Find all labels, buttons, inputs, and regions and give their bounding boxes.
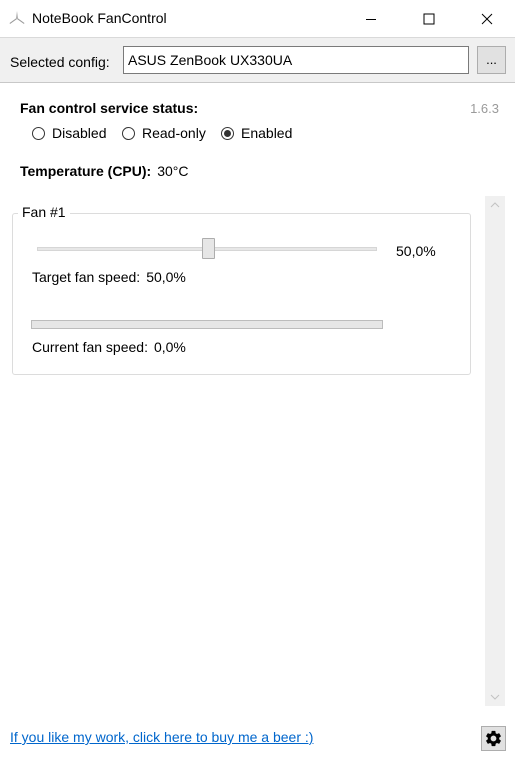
close-button[interactable] bbox=[464, 0, 510, 37]
minimize-button[interactable] bbox=[348, 0, 394, 37]
fan-app-icon bbox=[9, 11, 25, 24]
service-status-title: Fan control service status: bbox=[20, 100, 199, 116]
temperature-label: Temperature (CPU): bbox=[20, 163, 152, 179]
chevron-up-icon bbox=[490, 202, 500, 208]
radio-circle[interactable] bbox=[122, 126, 135, 140]
current-speed-bar bbox=[31, 320, 383, 329]
radio-disabled[interactable]: Disabled bbox=[32, 125, 106, 141]
gear-icon bbox=[486, 730, 501, 747]
chevron-down-icon bbox=[490, 694, 500, 700]
target-speed-row: Target fan speed: 50,0% bbox=[32, 269, 186, 285]
radio-read-only[interactable]: Read-only bbox=[122, 125, 206, 141]
radio-circle[interactable] bbox=[32, 126, 45, 140]
config-bar: Selected config: ASUS ZenBook UX330UA ..… bbox=[0, 37, 515, 83]
scroll-down-button[interactable] bbox=[485, 690, 505, 704]
current-speed-value: 0,0% bbox=[153, 339, 186, 355]
target-speed-value: 50,0% bbox=[146, 269, 186, 285]
temperature-value: 30°C bbox=[157, 163, 189, 179]
vertical-scrollbar[interactable] bbox=[485, 196, 505, 706]
browse-config-button[interactable]: ... bbox=[477, 46, 506, 74]
radio-label: Enabled bbox=[241, 125, 293, 141]
current-speed-label: Current fan speed: bbox=[32, 339, 148, 355]
radio-circle[interactable] bbox=[221, 126, 234, 140]
slider-value: 50,0% bbox=[396, 243, 436, 259]
settings-button[interactable] bbox=[481, 726, 506, 751]
minimize-icon bbox=[366, 18, 376, 20]
version-label: 1.6.3 bbox=[470, 101, 499, 116]
maximize-button[interactable] bbox=[406, 0, 452, 37]
fan-title: Fan #1 bbox=[18, 204, 70, 220]
radio-label: Read-only bbox=[142, 125, 206, 141]
target-speed-label: Target fan speed: bbox=[32, 269, 141, 285]
fan-speed-slider-thumb[interactable] bbox=[202, 238, 215, 259]
radio-enabled[interactable]: Enabled bbox=[221, 125, 292, 141]
scroll-up-button[interactable] bbox=[485, 198, 505, 212]
maximize-icon bbox=[423, 13, 435, 24]
close-icon bbox=[481, 13, 493, 24]
config-label: Selected config: bbox=[10, 54, 110, 70]
radio-label: Disabled bbox=[52, 125, 107, 141]
donate-link[interactable]: If you like my work, click here to buy m… bbox=[10, 729, 313, 745]
temperature-row: Temperature (CPU): 30°C bbox=[20, 163, 188, 179]
config-field[interactable]: ASUS ZenBook UX330UA bbox=[123, 46, 469, 74]
window-title: NoteBook FanControl bbox=[32, 10, 167, 26]
current-speed-row: Current fan speed: 0,0% bbox=[32, 339, 186, 355]
title-bar: NoteBook FanControl bbox=[0, 0, 515, 37]
